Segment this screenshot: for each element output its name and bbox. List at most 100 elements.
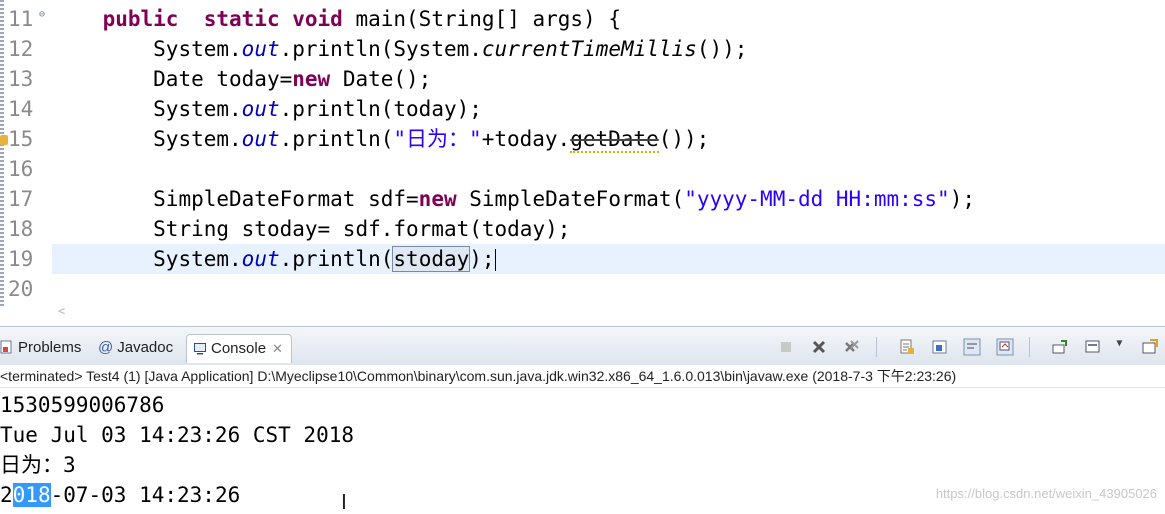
- line-number: 13: [8, 67, 34, 91]
- code-token: .println(: [279, 127, 394, 151]
- line-number: 18: [8, 217, 34, 241]
- code-token: );: [469, 247, 495, 271]
- tab-console-label: Console: [211, 340, 267, 357]
- at-icon: @: [98, 339, 114, 356]
- console-toolbar: ▼: [772, 336, 1159, 358]
- line-number: 15: [8, 127, 34, 151]
- line-number: 12: [8, 37, 34, 61]
- line-number-gutter: ⊖ 11 12 13 14 15 16 17 18 19 20: [0, 0, 50, 306]
- code-token: System.: [153, 127, 242, 151]
- code-line[interactable]: [52, 154, 1165, 184]
- code-token: String stoday= sdf.format(today);: [153, 217, 571, 241]
- code-token: SimpleDateFormat sdf=: [153, 187, 419, 211]
- tab-problems[interactable]: Problems: [0, 334, 81, 362]
- code-token: .println(System.: [279, 37, 482, 61]
- code-line[interactable]: Date today=new Date();: [52, 64, 1165, 94]
- code-token: System.: [153, 97, 242, 121]
- console-output-line: 1530599006786: [0, 393, 165, 417]
- console-view: Problems @ Javadoc Console ✕ ▼ <terminated…: [0, 326, 1165, 510]
- overview-ruler: [0, 0, 4, 306]
- watermark: https://blog.csdn.net/weixin_43905026: [935, 486, 1157, 501]
- remove-launch-icon[interactable]: [810, 338, 828, 356]
- tab-javadoc-label: Javadoc: [117, 339, 174, 356]
- code-line[interactable]: SimpleDateFormat sdf=new SimpleDateForma…: [52, 184, 1165, 214]
- problems-icon: [0, 340, 12, 354]
- line-number: 20: [8, 277, 34, 301]
- code-token: Date();: [330, 67, 432, 91]
- close-icon[interactable]: ✕: [272, 341, 283, 356]
- scroll-lock-icon[interactable]: [931, 338, 949, 356]
- code-line[interactable]: String stoday= sdf.format(today);: [52, 214, 1165, 244]
- code-token: System.: [153, 37, 242, 61]
- toolbar-separator: [876, 336, 878, 357]
- code-token: .println(today);: [279, 97, 482, 121]
- code-token: +today.: [481, 127, 571, 151]
- line-number: 11: [8, 7, 34, 31]
- field-token: out: [241, 37, 280, 61]
- text-cursor-icon: I: [341, 490, 347, 514]
- code-line[interactable]: System.out.println(today);: [52, 94, 1165, 124]
- field-token: out: [241, 127, 280, 151]
- code-token: main(String[] args) {: [342, 7, 621, 31]
- clear-console-icon[interactable]: [898, 338, 916, 356]
- console-status-line: <terminated> Test4 (1) [Java Application…: [0, 365, 1165, 388]
- output-text: -07-03 14:23:26: [50, 483, 241, 507]
- field-token: out: [241, 247, 280, 271]
- tab-problems-label: Problems: [18, 339, 82, 356]
- string-token: "日为：": [393, 127, 482, 151]
- code-line[interactable]: System.out.println(System.currentTimeMil…: [52, 34, 1165, 64]
- code-line[interactable]: System.out.println("日为："+today.getDate()…: [52, 124, 1165, 154]
- code-line[interactable]: public static void main(String[] args) {: [52, 4, 1165, 34]
- display-selected-console-icon[interactable]: [1084, 338, 1102, 356]
- keyword-token: public: [102, 7, 179, 31]
- code-area[interactable]: public static void main(String[] args) {…: [52, 0, 1165, 300]
- scroll-left-icon[interactable]: <: [58, 304, 65, 318]
- remove-all-terminated-icon[interactable]: [843, 338, 861, 356]
- code-token: ());: [658, 127, 710, 151]
- code-token: ());: [696, 37, 748, 61]
- keyword-token: static: [203, 7, 280, 31]
- selected-text[interactable]: 018: [12, 483, 51, 507]
- pin-console-icon[interactable]: [1051, 338, 1069, 356]
- toolbar-separator: [1029, 336, 1031, 357]
- keyword-token: new: [418, 187, 457, 211]
- field-token: out: [241, 97, 280, 121]
- keyword-token: void: [292, 7, 343, 31]
- line-number: 14: [8, 97, 34, 121]
- code-token: getDate: [570, 127, 659, 153]
- view-menu-icon[interactable]: ▼: [1116, 338, 1126, 356]
- code-line[interactable]: [52, 274, 1165, 304]
- line-number: 16: [8, 157, 34, 181]
- console-icon: [194, 343, 206, 355]
- tab-javadoc[interactable]: @ Javadoc: [98, 334, 173, 362]
- string-token: "yyyy-MM-dd HH:mm:ss": [684, 187, 950, 211]
- view-tab-bar: Problems @ Javadoc Console ✕ ▼: [0, 326, 1165, 366]
- selected-identifier: stoday: [392, 246, 471, 272]
- show-when-stdout-icon[interactable]: [996, 338, 1014, 356]
- current-code-line[interactable]: System.out.println(stoday);: [52, 244, 1165, 274]
- console-output-line: Tue Jul 03 14:23:26 CST 2018: [0, 423, 355, 447]
- warning-marker-icon[interactable]: [0, 135, 8, 145]
- open-console-icon[interactable]: [1141, 338, 1159, 356]
- code-editor[interactable]: ⊖ 11 12 13 14 15 16 17 18 19 20 public static voi…: [0, 0, 1165, 318]
- code-token: );: [949, 187, 975, 211]
- text-caret: [494, 249, 496, 271]
- code-token: Date today=: [153, 67, 293, 91]
- code-token: .println(: [279, 247, 394, 271]
- code-token: currentTimeMillis: [481, 37, 697, 61]
- tab-console[interactable]: Console ✕: [186, 334, 292, 363]
- line-number: 17: [8, 187, 34, 211]
- word-wrap-icon[interactable]: [963, 338, 981, 356]
- terminate-icon[interactable]: [777, 338, 795, 356]
- output-text: 2: [0, 483, 13, 507]
